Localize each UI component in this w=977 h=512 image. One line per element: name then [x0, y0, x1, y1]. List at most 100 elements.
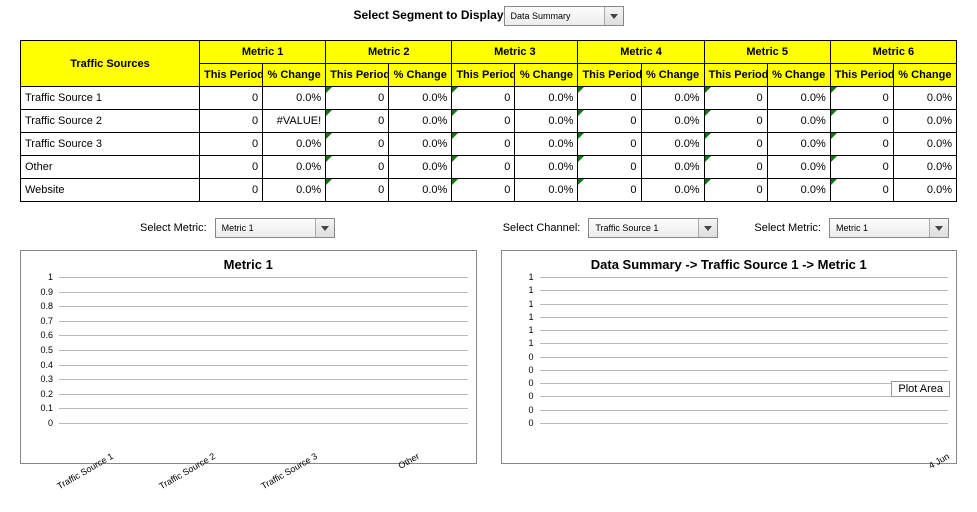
select-channel-value: Traffic Source 1 — [595, 223, 658, 233]
cell-change: 0.0% — [515, 179, 578, 202]
y-tick: 0.8 — [40, 301, 53, 311]
y-tick: 0.2 — [40, 389, 53, 399]
metric-header: Metric 2 — [326, 41, 452, 64]
segment-selector-row: Select Segment to Display Data Summary — [20, 6, 957, 26]
sub-header: This Period — [830, 64, 893, 87]
y-tick: 0.7 — [40, 316, 53, 326]
x-tick: Traffic Source 3 — [260, 451, 320, 491]
cell-this-period: 0 — [326, 110, 389, 133]
cell-change: 0.0% — [767, 156, 830, 179]
select-metric-right-label: Select Metric: — [754, 222, 821, 234]
select-metric-left-label: Select Metric: — [140, 222, 207, 234]
cell-change: 0.0% — [767, 110, 830, 133]
y-tick: 1 — [528, 285, 533, 295]
cell-this-period: 0 — [704, 179, 767, 202]
cell-this-period: 0 — [200, 133, 263, 156]
table-header-row-1: Traffic Sources Metric 1 Metric 2 Metric… — [21, 41, 957, 64]
chart-left[interactable]: Metric 1 10.90.80.70.60.50.40.30.20.10 T… — [20, 250, 477, 464]
cell-this-period: 0 — [452, 133, 515, 156]
select-metric-left-dropdown[interactable]: Metric 1 — [215, 218, 335, 238]
select-channel-dropdown[interactable]: Traffic Source 1 — [588, 218, 718, 238]
cell-this-period: 0 — [578, 110, 641, 133]
y-tick: 0 — [528, 352, 533, 362]
segment-selector-dropdown[interactable]: Data Summary — [504, 6, 624, 26]
cell-change: 0.0% — [893, 179, 956, 202]
select-channel-label: Select Channel: — [503, 222, 581, 234]
y-tick: 0.5 — [40, 345, 53, 355]
cell-change: 0.0% — [515, 110, 578, 133]
cell-change: 0.0% — [263, 87, 326, 110]
cell-this-period: 0 — [704, 156, 767, 179]
cell-change: 0.0% — [893, 133, 956, 156]
cell-this-period: 0 — [200, 179, 263, 202]
chart-left-title: Metric 1 — [29, 257, 468, 272]
y-tick: 0 — [528, 418, 533, 428]
select-metric-right-dropdown[interactable]: Metric 1 — [829, 218, 949, 238]
chevron-down-icon — [929, 219, 948, 237]
cell-this-period: 0 — [704, 87, 767, 110]
table-row: Traffic Source 100.0%00.0%00.0%00.0%00.0… — [21, 87, 957, 110]
y-tick: 0 — [528, 365, 533, 375]
row-name: Traffic Source 2 — [21, 110, 200, 133]
y-tick: 0 — [528, 405, 533, 415]
sub-header: This Period — [704, 64, 767, 87]
sub-header: This Period — [452, 64, 515, 87]
cell-this-period: 0 — [578, 179, 641, 202]
metric-header: Metric 1 — [200, 41, 326, 64]
y-tick: 1 — [528, 338, 533, 348]
sub-header: This Period — [578, 64, 641, 87]
y-tick: 0 — [528, 391, 533, 401]
cell-change: 0.0% — [515, 156, 578, 179]
metric-header: Metric 3 — [452, 41, 578, 64]
y-tick: 1 — [528, 312, 533, 322]
table-corner: Traffic Sources — [21, 41, 200, 87]
select-metric-right-value: Metric 1 — [836, 223, 868, 233]
cell-this-period: 0 — [704, 133, 767, 156]
cell-change: 0.0% — [389, 110, 452, 133]
segment-selector-value: Data Summary — [511, 11, 571, 21]
chevron-down-icon — [698, 219, 717, 237]
cell-change: 0.0% — [389, 133, 452, 156]
selectors-row: Select Metric: Metric 1 Select Channel: … — [20, 218, 957, 238]
cell-change: #VALUE! — [263, 110, 326, 133]
y-tick: 0.4 — [40, 360, 53, 370]
row-name: Website — [21, 179, 200, 202]
table-row: Traffic Source 300.0%00.0%00.0%00.0%00.0… — [21, 133, 957, 156]
traffic-table: Traffic Sources Metric 1 Metric 2 Metric… — [20, 40, 957, 202]
chevron-down-icon — [315, 219, 334, 237]
y-tick: 1 — [528, 325, 533, 335]
select-metric-left-value: Metric 1 — [222, 223, 254, 233]
cell-this-period: 0 — [452, 179, 515, 202]
cell-change: 0.0% — [389, 179, 452, 202]
cell-this-period: 0 — [326, 133, 389, 156]
cell-this-period: 0 — [578, 156, 641, 179]
cell-this-period: 0 — [578, 133, 641, 156]
row-name: Traffic Source 3 — [21, 133, 200, 156]
cell-this-period: 0 — [452, 87, 515, 110]
cell-this-period: 0 — [200, 110, 263, 133]
cell-change: 0.0% — [515, 133, 578, 156]
segment-selector-label: Select Segment to Display — [353, 8, 503, 22]
sub-header: This Period — [326, 64, 389, 87]
x-tick: Traffic Source 1 — [55, 451, 115, 491]
cell-change: 0.0% — [767, 87, 830, 110]
cell-this-period: 0 — [830, 179, 893, 202]
cell-change: 0.0% — [767, 179, 830, 202]
plot-area-badge: Plot Area — [891, 381, 950, 397]
y-tick: 0 — [48, 418, 53, 428]
sub-header: % Change — [893, 64, 956, 87]
sub-header: % Change — [389, 64, 452, 87]
charts-row: Metric 1 10.90.80.70.60.50.40.30.20.10 T… — [20, 250, 957, 464]
cell-change: 0.0% — [389, 156, 452, 179]
cell-this-period: 0 — [578, 87, 641, 110]
sub-header: % Change — [641, 64, 704, 87]
x-tick: Other — [397, 451, 421, 471]
cell-change: 0.0% — [893, 156, 956, 179]
cell-change: 0.0% — [263, 156, 326, 179]
table-row: Traffic Source 20#VALUE!00.0%00.0%00.0%0… — [21, 110, 957, 133]
cell-change: 0.0% — [263, 133, 326, 156]
cell-this-period: 0 — [200, 87, 263, 110]
table-row: Website00.0%00.0%00.0%00.0%00.0%00.0% — [21, 179, 957, 202]
chart-right[interactable]: Data Summary -> Traffic Source 1 -> Metr… — [501, 250, 958, 464]
cell-this-period: 0 — [452, 156, 515, 179]
